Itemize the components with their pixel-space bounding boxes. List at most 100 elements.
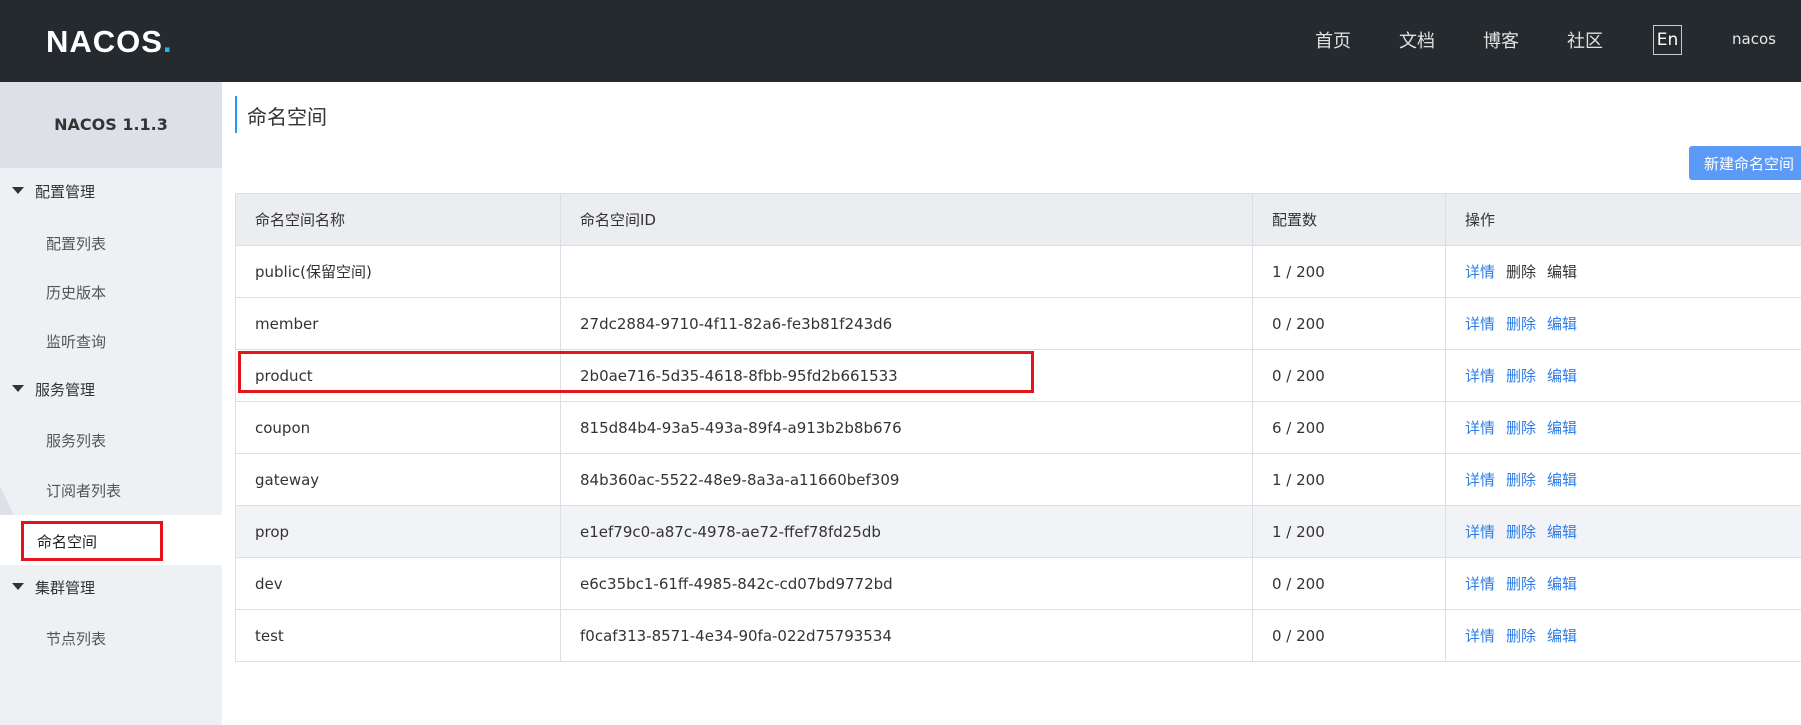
config-count: 1 / 200 [1252, 245, 1446, 298]
edit-link[interactable]: 编辑 [1547, 575, 1577, 593]
title-accent-bar [235, 96, 237, 133]
namespace-name: prop [235, 505, 561, 558]
namespace-id [560, 245, 1253, 298]
namespace-id: 815d84b4-93a5-493a-89f4-a913b2b8b676 [560, 401, 1253, 454]
details-link[interactable]: 详情 [1465, 575, 1495, 593]
sidebar-group-label: 配置管理 [35, 183, 96, 201]
page-title: 命名空间 [247, 105, 327, 129]
sidebar-group-label: 服务管理 [35, 381, 96, 399]
config-count: 1 / 200 [1252, 505, 1446, 558]
details-link[interactable]: 详情 [1465, 263, 1495, 281]
sidebar-item-config-list[interactable]: 配置列表 [46, 233, 106, 254]
delete-link[interactable]: 删除 [1506, 471, 1536, 489]
delete-link[interactable]: 删除 [1506, 627, 1536, 645]
namespace-table: 命名空间名称 命名空间ID 配置数 操作 public(保留空间) 1 / 20… [235, 193, 1801, 662]
namespace-id: 84b360ac-5522-48e9-8a3a-a11660bef309 [560, 453, 1253, 506]
config-count: 0 / 200 [1252, 349, 1446, 402]
sidebar-group-label: 集群管理 [35, 579, 96, 597]
table-row: gateway 84b360ac-5522-48e9-8a3a-a11660be… [235, 453, 1801, 506]
details-link[interactable]: 详情 [1465, 627, 1495, 645]
edit-link[interactable]: 编辑 [1547, 523, 1577, 541]
row-actions: 详情 删除 编辑 [1445, 401, 1801, 454]
sidebar-item-listener-query[interactable]: 监听查询 [46, 331, 106, 352]
table-header-row: 命名空间名称 命名空间ID 配置数 操作 [235, 193, 1801, 246]
delete-link[interactable]: 删除 [1506, 315, 1536, 333]
namespace-id: e6c35bc1-61ff-4985-842c-cd07bd9772bd [560, 557, 1253, 610]
caret-down-icon [12, 583, 24, 590]
config-count: 0 / 200 [1252, 609, 1446, 662]
details-link[interactable]: 详情 [1465, 419, 1495, 437]
caret-down-icon [12, 385, 24, 392]
namespace-name: coupon [235, 401, 561, 454]
namespace-id: 2b0ae716-5d35-4618-8fbb-95fd2b661533 [560, 349, 1253, 402]
namespace-id: f0caf313-8571-4e34-90fa-022d75793534 [560, 609, 1253, 662]
row-actions: 详情 删除 编辑 [1445, 245, 1801, 298]
edit-link[interactable]: 编辑 [1547, 419, 1577, 437]
row-actions: 详情 删除 编辑 [1445, 297, 1801, 350]
delete-link[interactable]: 删除 [1506, 523, 1536, 541]
nav-home[interactable]: 首页 [1315, 27, 1351, 53]
sidebar-item-service-list[interactable]: 服务列表 [46, 430, 106, 451]
details-link[interactable]: 详情 [1465, 367, 1495, 385]
user-name[interactable]: nacos [1732, 30, 1776, 48]
config-count: 0 / 200 [1252, 557, 1446, 610]
namespace-name: gateway [235, 453, 561, 506]
delete-link[interactable]: 删除 [1506, 367, 1536, 385]
sidebar-item-namespace[interactable]: 命名空间 [37, 531, 97, 552]
edit-link[interactable]: 编辑 [1547, 471, 1577, 489]
version-label: NACOS 1.1.3 [0, 82, 222, 168]
details-link[interactable]: 详情 [1465, 315, 1495, 333]
caret-down-icon [12, 187, 24, 194]
nav-blog[interactable]: 博客 [1483, 27, 1519, 53]
namespace-name: product [235, 349, 561, 402]
table-row: coupon 815d84b4-93a5-493a-89f4-a913b2b8b… [235, 401, 1801, 454]
config-count: 6 / 200 [1252, 401, 1446, 454]
sidebar-active-background [0, 515, 222, 565]
row-actions: 详情 删除 编辑 [1445, 505, 1801, 558]
namespace-name: public(保留空间) [235, 245, 561, 298]
sidebar-item-subscriber-list[interactable]: 订阅者列表 [46, 480, 121, 501]
edit-link[interactable]: 编辑 [1547, 263, 1577, 281]
table-row: dev e6c35bc1-61ff-4985-842c-cd07bd9772bd… [235, 557, 1801, 610]
namespace-id: e1ef79c0-a87c-4978-ae72-ffef78fd25db [560, 505, 1253, 558]
row-actions: 详情 删除 编辑 [1445, 609, 1801, 662]
sidebar-group-cluster[interactable]: 集群管理 [12, 577, 95, 598]
edit-link[interactable]: 编辑 [1547, 367, 1577, 385]
edit-link[interactable]: 编辑 [1547, 627, 1577, 645]
table-row: member 27dc2884-9710-4f11-82a6-fe3b81f24… [235, 297, 1801, 350]
details-link[interactable]: 详情 [1465, 471, 1495, 489]
table-row: prop e1ef79c0-a87c-4978-ae72-ffef78fd25d… [235, 505, 1801, 558]
nav-community[interactable]: 社区 [1567, 27, 1603, 53]
sidebar-group-config[interactable]: 配置管理 [12, 181, 95, 202]
sidebar-item-history[interactable]: 历史版本 [46, 282, 106, 303]
column-header-name: 命名空间名称 [235, 193, 561, 246]
delete-link[interactable]: 删除 [1506, 263, 1536, 281]
namespace-name: test [235, 609, 561, 662]
language-switch-button[interactable]: En [1653, 25, 1682, 55]
edit-link[interactable]: 编辑 [1547, 315, 1577, 333]
sidebar: NACOS 1.1.3 配置管理 配置列表 历史版本 监听查询 服务管理 服务列… [0, 82, 222, 725]
column-header-id: 命名空间ID [560, 193, 1253, 246]
details-link[interactable]: 详情 [1465, 523, 1495, 541]
row-actions: 详情 删除 编辑 [1445, 557, 1801, 610]
namespace-name: member [235, 297, 561, 350]
config-count: 1 / 200 [1252, 453, 1446, 506]
new-namespace-button[interactable]: 新建命名空间 [1689, 146, 1801, 180]
nav-docs[interactable]: 文档 [1399, 27, 1435, 53]
nacos-logo[interactable]: NACOS. [46, 24, 173, 60]
namespace-name: dev [235, 557, 561, 610]
config-count: 0 / 200 [1252, 297, 1446, 350]
table-row: test f0caf313-8571-4e34-90fa-022d7579353… [235, 609, 1801, 662]
row-actions: 详情 删除 编辑 [1445, 453, 1801, 506]
column-header-count: 配置数 [1252, 193, 1446, 246]
row-actions: 详情 删除 编辑 [1445, 349, 1801, 402]
sidebar-item-node-list[interactable]: 节点列表 [46, 628, 106, 649]
table-row: public(保留空间) 1 / 200 详情 删除 编辑 [235, 245, 1801, 298]
sidebar-group-service[interactable]: 服务管理 [12, 379, 95, 400]
delete-link[interactable]: 删除 [1506, 575, 1536, 593]
column-header-actions: 操作 [1445, 193, 1801, 246]
table-row: product 2b0ae716-5d35-4618-8fbb-95fd2b66… [235, 349, 1801, 402]
top-navbar: NACOS. 首页 文档 博客 社区 En nacos [0, 0, 1801, 82]
delete-link[interactable]: 删除 [1506, 419, 1536, 437]
namespace-id: 27dc2884-9710-4f11-82a6-fe3b81f243d6 [560, 297, 1253, 350]
